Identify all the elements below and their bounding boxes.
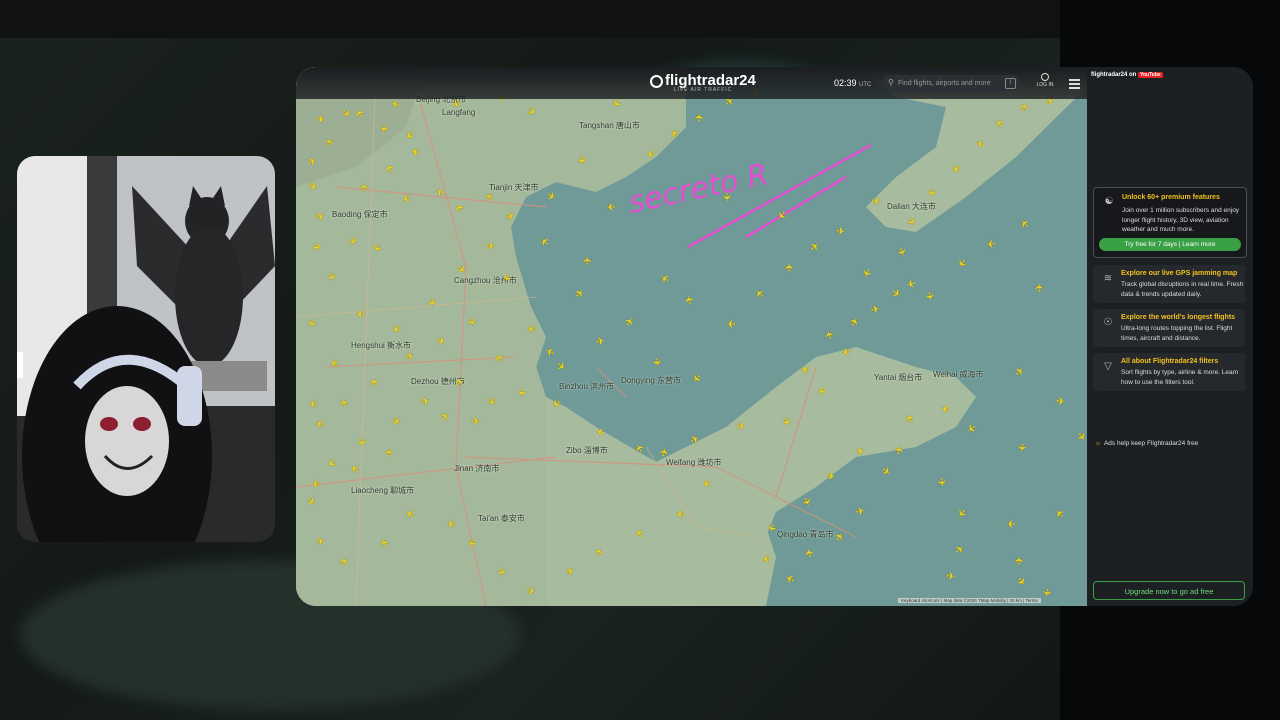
promo-title: Unlock 60+ premium features bbox=[1122, 194, 1220, 201]
login-label: LOG IN bbox=[1036, 82, 1054, 88]
hamburger-menu-icon[interactable] bbox=[1069, 79, 1080, 91]
aircraft-marker[interactable]: ✈ bbox=[384, 448, 396, 458]
aircraft-marker[interactable]: ✈ bbox=[1034, 283, 1046, 292]
city-label: Weihai 威海市 bbox=[933, 370, 984, 379]
user-icon bbox=[1041, 73, 1049, 81]
aircraft-marker[interactable]: ✈ bbox=[784, 263, 796, 272]
search-icon: ⚲ bbox=[888, 78, 894, 87]
card-title: Explore our live GPS jamming map bbox=[1121, 270, 1238, 277]
aircraft-marker[interactable]: ✈ bbox=[1014, 556, 1026, 565]
utc-clock: 02:39 UTC bbox=[834, 78, 871, 88]
city-label: Tangshan 唐山市 bbox=[579, 121, 640, 130]
globe-icon: ☉ bbox=[1103, 317, 1113, 328]
aircraft-marker[interactable]: ✈ bbox=[946, 571, 956, 584]
webcam-overlay bbox=[17, 156, 275, 542]
aircraft-marker[interactable]: ✈ bbox=[582, 256, 594, 266]
login-button[interactable]: LOG IN bbox=[1034, 73, 1056, 88]
city-label: Langfang bbox=[442, 108, 476, 117]
aircraft-marker[interactable]: ✈ bbox=[720, 192, 733, 202]
aircraft-marker[interactable]: ✈ bbox=[1056, 396, 1066, 408]
card-description: Ultra-long routes topping the list. Flig… bbox=[1121, 325, 1233, 342]
aircraft-marker[interactable]: ✈ bbox=[935, 477, 948, 488]
card-title: Explore the world's longest flights bbox=[1121, 314, 1236, 321]
aircraft-marker[interactable]: ✈ bbox=[986, 237, 996, 250]
card-title: All about Flightradar24 filters bbox=[1121, 358, 1219, 365]
lightbulb-icon: ☼ bbox=[1095, 440, 1101, 447]
youtube-link[interactable]: flightradar24 on YouTube bbox=[1091, 72, 1163, 78]
browser-window: secreto R Tangshan 唐山市 Langfang Tianjin 天津… bbox=[296, 67, 1253, 606]
badge-icon: ☯ bbox=[1104, 196, 1114, 207]
card-gps-jamming[interactable]: ≋ Explore our live GPS jamming map Track… bbox=[1093, 265, 1245, 303]
aircraft-marker[interactable]: ✈ bbox=[310, 477, 320, 490]
webcam-image bbox=[17, 156, 275, 542]
keyboard-shortcut-icon[interactable]: / bbox=[1005, 78, 1016, 89]
aircraft-marker[interactable]: ✈ bbox=[855, 505, 867, 519]
promo-description: Join over 1 million subscribers and enjo… bbox=[1122, 207, 1240, 233]
search-input[interactable]: ⚲ Find flights, airports and more / bbox=[884, 75, 1019, 91]
aircraft-marker[interactable]: ✈ bbox=[924, 187, 937, 198]
aircraft-marker[interactable]: ✈ bbox=[694, 113, 706, 123]
aircraft-marker[interactable]: ✈ bbox=[425, 297, 438, 307]
clock-time: 02:39 bbox=[834, 78, 857, 88]
city-label: Dalian 大连市 bbox=[887, 202, 936, 211]
card-description: Sort flights by type, airline & more. Le… bbox=[1121, 369, 1239, 386]
aircraft-marker[interactable]: ✈ bbox=[471, 416, 481, 428]
city-label: Yantai 烟台市 bbox=[874, 373, 923, 382]
premium-promo: ☯ Unlock 60+ premium features Join over … bbox=[1093, 187, 1247, 258]
city-label: Baoding 保定市 bbox=[332, 210, 388, 219]
aircraft-marker[interactable]: ✈ bbox=[377, 124, 390, 134]
upgrade-button[interactable]: Upgrade now to go ad free bbox=[1093, 581, 1245, 600]
city-label: Jinan 济南市 bbox=[454, 464, 500, 473]
aircraft-marker[interactable]: ✈ bbox=[486, 241, 495, 253]
aircraft-marker[interactable]: ✈ bbox=[410, 144, 421, 157]
city-label: Zibo 淄博市 bbox=[566, 446, 608, 455]
aircraft-marker[interactable]: ✈ bbox=[358, 182, 372, 194]
map-attribution: Keyboard shortcuts | Map data ©2026 TMap… bbox=[898, 598, 1041, 603]
fr24-logo[interactable]: flightradar24 LIVE AIR TRAFFIC bbox=[650, 72, 756, 93]
top-bar: flightradar24 LIVE AIR TRAFFIC 02:39 UTC… bbox=[296, 67, 1087, 99]
aircraft-marker[interactable]: ✈ bbox=[316, 115, 325, 126]
aircraft-marker[interactable]: ✈ bbox=[354, 437, 367, 448]
aircraft-marker[interactable]: ✈ bbox=[605, 199, 616, 212]
aircraft-marker[interactable]: ✈ bbox=[646, 147, 656, 159]
aircraft-marker[interactable]: ✈ bbox=[315, 535, 326, 549]
youtube-icon: YouTube bbox=[1138, 72, 1163, 78]
ads-note: ☼ Ads help keep Flightradar24 free bbox=[1095, 440, 1198, 447]
aircraft-marker[interactable]: ✈ bbox=[1040, 587, 1053, 598]
signal-icon: ≋ bbox=[1103, 273, 1113, 284]
sidebar: flightradar24 on YouTube ☯ Unlock 60+ pr… bbox=[1087, 67, 1253, 606]
aircraft-marker[interactable]: ✈ bbox=[355, 306, 366, 319]
card-description: Track global disruptions in real time. F… bbox=[1121, 281, 1244, 298]
fr24-logo-icon bbox=[650, 75, 663, 88]
clock-zone: UTC bbox=[859, 82, 872, 88]
aircraft-marker[interactable]: ✈ bbox=[515, 387, 528, 397]
aircraft-marker[interactable]: ✈ bbox=[1006, 517, 1016, 530]
city-label: Dongying 东营市 bbox=[621, 376, 682, 385]
aircraft-marker[interactable]: ✈ bbox=[922, 291, 935, 302]
aircraft-marker[interactable]: ✈ bbox=[650, 357, 663, 368]
aircraft-marker[interactable]: ✈ bbox=[595, 424, 606, 437]
city-label: Liaocheng 聊城市 bbox=[351, 486, 415, 495]
try-free-button[interactable]: Try free for 7 days | Learn more bbox=[1099, 238, 1241, 251]
card-filters[interactable]: ▽ All about Flightradar24 filters Sort f… bbox=[1093, 353, 1245, 391]
city-label: Qingdao 青岛市 bbox=[777, 530, 834, 539]
card-longest-flights[interactable]: ☉ Explore the world's longest flights Ul… bbox=[1093, 309, 1245, 347]
city-label: Tianjin 天津市 bbox=[489, 183, 539, 192]
aircraft-marker[interactable]: ✈ bbox=[595, 335, 606, 348]
aircraft-marker[interactable]: ✈ bbox=[836, 226, 846, 239]
city-label: Binzhou 滨州市 bbox=[559, 382, 615, 391]
ads-note-text: Ads help keep Flightradar24 free bbox=[1103, 440, 1199, 447]
city-label: Weifang 潍坊市 bbox=[666, 458, 722, 467]
city-label: Hengshui 衡水市 bbox=[351, 341, 412, 350]
city-label: Tai'an 泰安市 bbox=[478, 514, 525, 523]
youtube-label: flightradar24 on bbox=[1091, 72, 1137, 78]
filter-icon: ▽ bbox=[1104, 361, 1112, 372]
aircraft-marker[interactable]: ✈ bbox=[1015, 442, 1028, 453]
flight-map[interactable]: secreto R Tangshan 唐山市 Langfang Tianjin 天津… bbox=[296, 67, 1089, 606]
aircraft-marker[interactable]: ✈ bbox=[726, 317, 736, 329]
search-placeholder: Find flights, airports and more bbox=[898, 80, 991, 87]
